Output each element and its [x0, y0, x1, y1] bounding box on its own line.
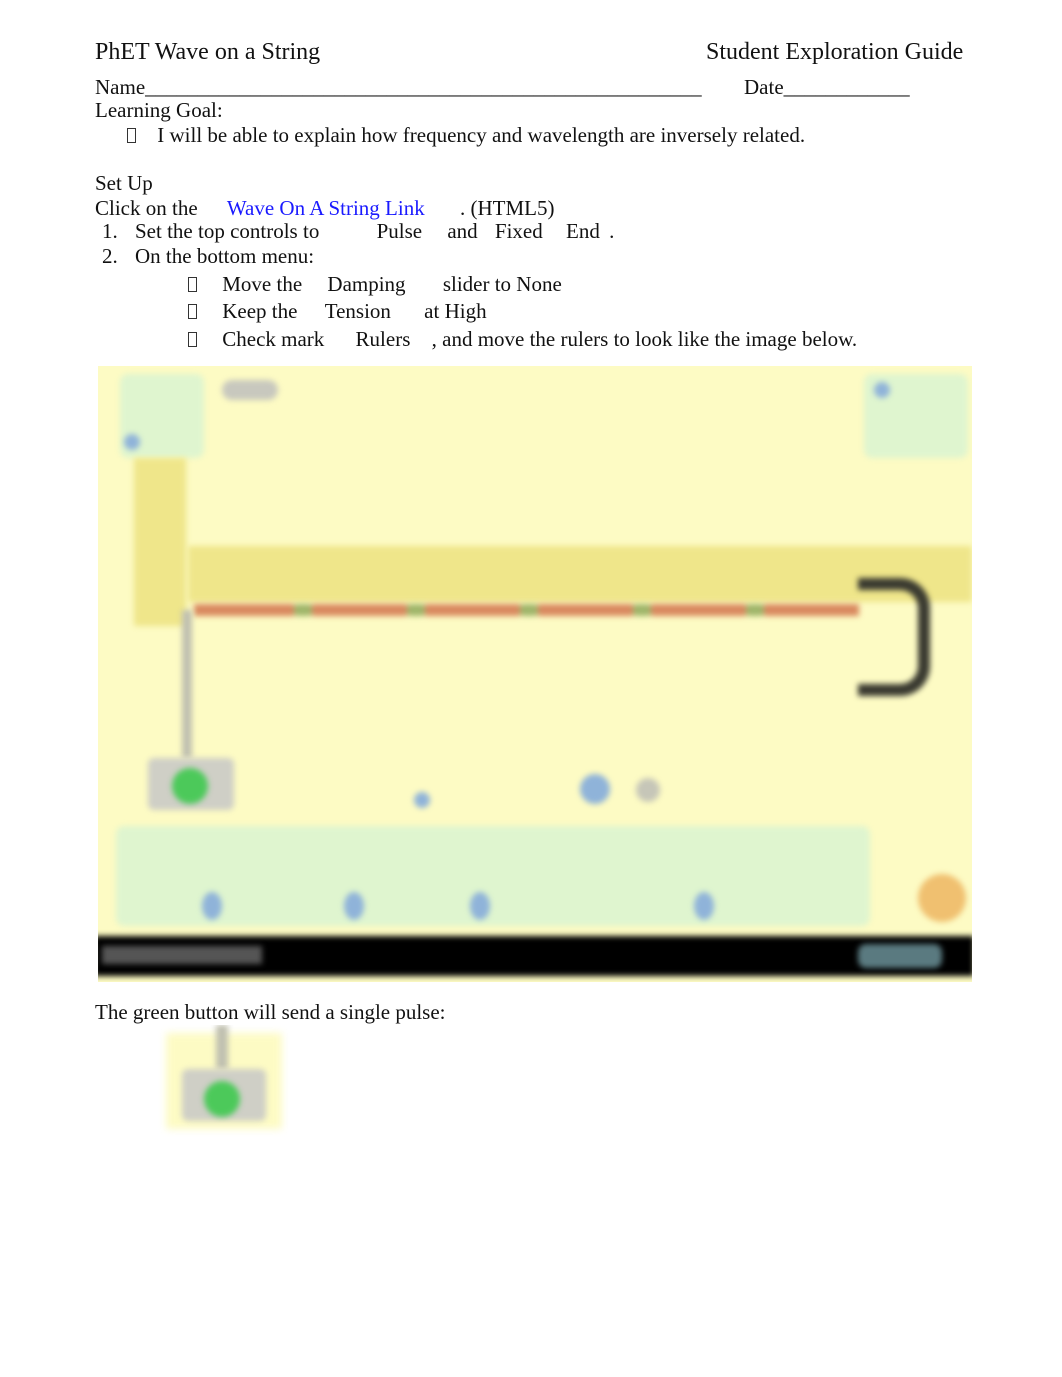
horizontal-ruler	[188, 546, 972, 602]
restart-button	[222, 380, 278, 400]
frequency-slider-thumb	[344, 892, 364, 920]
radio-icon	[414, 792, 430, 808]
wave-on-a-string-link[interactable]: Wave On A String Link	[227, 196, 425, 220]
substep-text: at High	[424, 299, 487, 323]
document-subtitle: Student Exploration Guide	[706, 39, 964, 65]
step-text: Set the top controls to	[135, 219, 320, 243]
bullet-icon	[188, 304, 197, 319]
substep-tension: Keep the Tension at High	[188, 301, 487, 322]
play-button	[580, 774, 610, 804]
step-number: 2.	[102, 244, 118, 268]
step-2: 2. On the bottom menu:	[102, 246, 314, 267]
pulse-caption: The green button will send a single puls…	[95, 1000, 446, 1024]
pulse-button-thumbnail	[158, 1025, 290, 1137]
step-text: On the bottom menu:	[135, 244, 315, 268]
substep-damping: Move the Damping slider to None	[188, 274, 562, 295]
date-line: ____________	[783, 75, 910, 99]
bullet-icon	[188, 332, 197, 347]
reset-all-button	[918, 874, 966, 922]
bullet-icon	[127, 128, 136, 143]
learning-goal-text: I will be able to explain how frequency …	[157, 123, 806, 147]
substep-text: slider to None	[442, 272, 562, 296]
amplitude-slider-thumb	[202, 892, 222, 920]
phet-logo-icon	[858, 944, 942, 968]
setup-click-prefix: Click on the	[95, 196, 198, 220]
string	[194, 604, 864, 616]
learning-goal-item: I will be able to explain how frequency …	[127, 125, 805, 146]
setup-heading: Set Up	[95, 171, 153, 195]
radio-icon	[124, 434, 140, 450]
fixed-end-clamp-icon	[858, 578, 930, 696]
setup-instruction: Click on the Wave On A String Link . (HT…	[95, 198, 554, 219]
bottom-control-panel	[116, 826, 870, 926]
name-label: Name	[95, 75, 146, 99]
step-text: .	[609, 219, 615, 243]
substep-text: Check mark	[222, 327, 325, 351]
oscillator-rod	[182, 610, 192, 758]
step-button	[636, 778, 660, 802]
sim-title	[102, 946, 262, 964]
tension-slider-thumb	[694, 892, 714, 920]
step-keyword-end: End	[566, 219, 600, 243]
substep-text: , and move the rulers to look like the i…	[431, 327, 858, 351]
substep-text: Move the	[222, 272, 303, 296]
setup-click-suffix: . (HTML5)	[459, 196, 555, 220]
damping-slider-thumb	[470, 892, 490, 920]
bullet-icon	[188, 277, 197, 292]
name-line: ________________________________________…	[145, 75, 702, 99]
document-title: PhET Wave on a String	[95, 39, 321, 65]
substep-text: Keep the	[222, 299, 298, 323]
green-pulse-button-icon	[204, 1081, 240, 1117]
name-field[interactable]: Name____________________________________…	[95, 77, 702, 98]
substep-keyword-tension: Tension	[324, 299, 391, 323]
date-label: Date	[744, 75, 784, 99]
simulation-screenshot	[98, 366, 972, 982]
step-keyword-pulse: Pulse	[376, 219, 423, 243]
step-1: 1. Set the top controls to Pulse and Fix…	[102, 221, 614, 242]
vertical-ruler	[134, 458, 186, 626]
substep-rulers: Check mark Rulers , and move the rulers …	[188, 329, 857, 350]
pulse-button[interactable]	[172, 768, 208, 804]
learning-goal-heading: Learning Goal:	[95, 98, 223, 122]
step-keyword-fixed: Fixed	[494, 219, 543, 243]
radio-icon	[874, 382, 890, 398]
substep-keyword-rulers: Rulers	[355, 327, 411, 351]
date-field[interactable]: Date____________	[744, 77, 910, 98]
step-number: 1.	[102, 219, 118, 243]
step-text: and	[447, 219, 478, 243]
substep-keyword-damping: Damping	[327, 272, 406, 296]
